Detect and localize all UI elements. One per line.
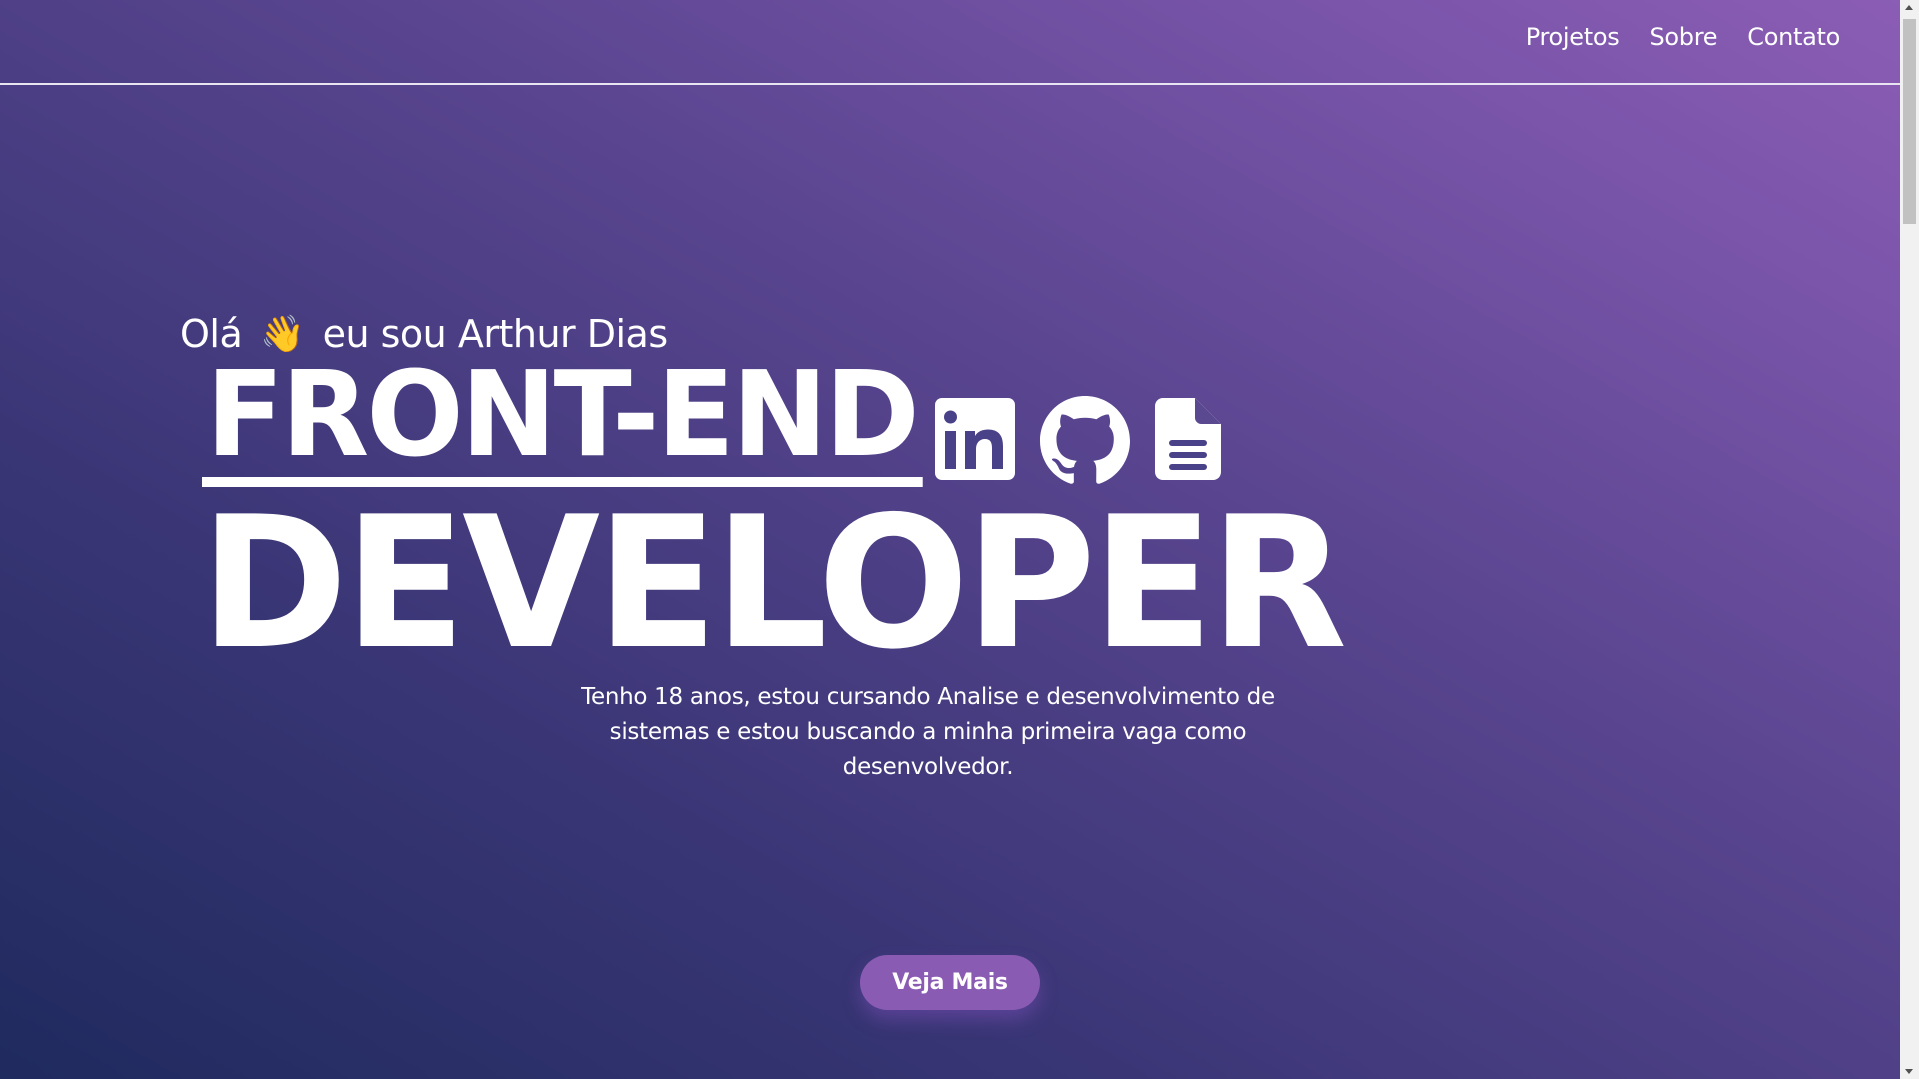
scrollbar[interactable]: [1900, 0, 1919, 1079]
nav-link-sobre[interactable]: Sobre: [1649, 23, 1717, 51]
social-links: [935, 392, 1221, 486]
title-front-end: FRONT-END: [202, 355, 923, 487]
hero-page: Projetos Sobre Contato Olá 👋 eu sou Arth…: [0, 0, 1900, 1079]
github-icon[interactable]: [1040, 396, 1130, 486]
navbar: Projetos Sobre Contato: [0, 0, 1900, 85]
linkedin-icon[interactable]: [935, 398, 1015, 480]
scroll-down-icon[interactable]: [1905, 1069, 1913, 1074]
bio-text: Tenho 18 anos, estou cursando Analise e …: [581, 684, 1275, 780]
nav-link-contato[interactable]: Contato: [1747, 23, 1840, 51]
scroll-thumb[interactable]: [1903, 19, 1916, 224]
scroll-up-icon[interactable]: [1905, 5, 1913, 10]
nav-links: Projetos Sobre Contato: [1526, 23, 1841, 51]
document-icon[interactable]: [1155, 398, 1221, 480]
title-developer: DEVELOPER: [200, 477, 1347, 689]
nav-link-projetos[interactable]: Projetos: [1526, 23, 1620, 51]
see-more-button[interactable]: Veja Mais: [860, 955, 1040, 1010]
